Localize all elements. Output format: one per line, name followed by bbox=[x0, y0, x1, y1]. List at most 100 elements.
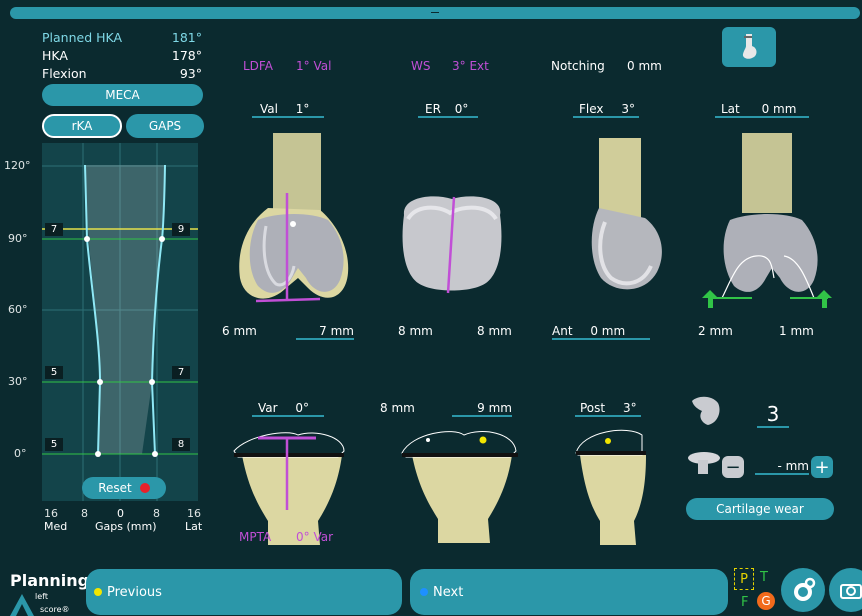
next-label: Next bbox=[433, 584, 464, 600]
x-tick-0: 0 bbox=[117, 507, 124, 520]
minus-icon: − bbox=[725, 456, 741, 478]
er-label: ER bbox=[425, 102, 441, 116]
brand-logo-icon bbox=[10, 594, 34, 616]
x-tick-8-right: 8 bbox=[153, 507, 160, 520]
flex-value: 3° bbox=[621, 102, 635, 116]
var-value: 0° bbox=[295, 401, 310, 415]
gap-graph: 7 9 5 7 5 8 Reset bbox=[42, 143, 198, 501]
knee-view-icon bbox=[742, 34, 757, 59]
gear-icon bbox=[794, 577, 816, 601]
pftg-p[interactable]: P bbox=[734, 568, 754, 590]
hka-row: HKA 178° bbox=[42, 48, 202, 63]
x-tick-16-left: 16 bbox=[44, 507, 58, 520]
next-dot-icon bbox=[420, 588, 428, 596]
hka-label: HKA bbox=[42, 48, 68, 63]
reset-button[interactable]: Reset bbox=[82, 477, 166, 499]
x-label-med: Med bbox=[44, 520, 68, 533]
top-bar[interactable] bbox=[10, 7, 860, 19]
previous-button[interactable]: Previous bbox=[86, 569, 402, 615]
femur-sagittal-view bbox=[591, 138, 662, 290]
er-value: 0° bbox=[454, 102, 469, 116]
minus-button[interactable]: − bbox=[722, 456, 744, 478]
badge-right-30: 7 bbox=[172, 366, 190, 379]
ant-value: 0 mm bbox=[590, 324, 626, 338]
ldfa-value: 1° Val bbox=[296, 59, 332, 73]
screenshot-button[interactable] bbox=[829, 568, 862, 612]
pftg-f[interactable]: F bbox=[741, 595, 748, 610]
lat-value: 0 mm bbox=[761, 102, 797, 116]
post-label: Post bbox=[580, 401, 606, 415]
lat-label: Lat bbox=[721, 102, 740, 116]
er-field[interactable]: ER 0° bbox=[418, 102, 478, 118]
notching-label: Notching bbox=[551, 59, 605, 73]
plus-button[interactable]: + bbox=[811, 456, 833, 478]
y-tick-30: 30° bbox=[8, 375, 28, 388]
tibia-frontal-view bbox=[233, 432, 345, 545]
notching-value: 0 mm bbox=[627, 59, 662, 73]
ws-value: 3° Ext bbox=[452, 59, 489, 73]
var-field[interactable]: Var 0° bbox=[252, 401, 324, 417]
val-label: Val bbox=[260, 102, 278, 116]
meca-button[interactable]: MECA bbox=[42, 84, 203, 106]
previous-label: Previous bbox=[107, 584, 162, 600]
mpta-value: 0° Var bbox=[296, 530, 334, 544]
gap-a-left: 6 mm bbox=[222, 324, 257, 338]
femur-frontal-view bbox=[239, 133, 349, 303]
planned-hka-value: 181° bbox=[171, 30, 202, 45]
gap-a-right[interactable]: 7 mm bbox=[296, 324, 354, 340]
lat-field[interactable]: Lat 0 mm bbox=[715, 102, 809, 118]
y-tick-60: 60° bbox=[8, 303, 28, 316]
badge-left-0: 5 bbox=[45, 438, 63, 451]
gap-b-left: 8 mm bbox=[398, 324, 433, 338]
pftg-t[interactable]: T bbox=[760, 570, 768, 585]
x-tick-8-left: 8 bbox=[81, 507, 88, 520]
val-field[interactable]: Val 1° bbox=[252, 102, 324, 118]
gaps-button[interactable]: GAPS bbox=[126, 114, 204, 138]
badge-right-0: 8 bbox=[172, 438, 190, 451]
tibia-axial-view bbox=[401, 431, 518, 543]
next-button[interactable]: Next bbox=[410, 569, 728, 615]
drag-handle bbox=[431, 12, 439, 13]
post-value: 3° bbox=[622, 401, 637, 415]
gap-d-left: 2 mm bbox=[698, 324, 733, 338]
ant-label: Ant bbox=[552, 324, 573, 338]
ldfa-label: LDFA bbox=[243, 59, 273, 73]
thickness-value[interactable]: - mm bbox=[755, 459, 809, 475]
hka-value: 178° bbox=[171, 48, 202, 63]
femur-axial-view bbox=[402, 196, 502, 294]
rka-button[interactable]: rKA bbox=[42, 114, 122, 138]
side-label: left bbox=[35, 592, 48, 601]
ws-label: WS bbox=[411, 59, 431, 73]
badge-right-90: 9 bbox=[172, 223, 190, 236]
implant-size[interactable]: 3 bbox=[757, 402, 789, 428]
planning-title: Planning bbox=[10, 571, 90, 590]
var-label: Var bbox=[258, 401, 278, 415]
x-label-gaps: Gaps (mm) bbox=[95, 520, 157, 533]
spacer-icon bbox=[688, 452, 720, 474]
gap-e-right[interactable]: 9 mm bbox=[452, 401, 512, 417]
knee-view-button[interactable] bbox=[722, 27, 776, 67]
camera-icon bbox=[840, 584, 862, 599]
reset-indicator-icon bbox=[139, 483, 150, 493]
val-value: 1° bbox=[295, 102, 310, 116]
settings-button[interactable] bbox=[781, 568, 825, 612]
plus-icon: + bbox=[814, 456, 830, 478]
badge-left-30: 5 bbox=[45, 366, 63, 379]
mpta-label: MPTA bbox=[239, 530, 272, 544]
gap-b-right: 8 mm bbox=[477, 324, 512, 338]
planned-hka-row: Planned HKA 181° bbox=[42, 30, 202, 45]
flexion-row: Flexion 93° bbox=[42, 66, 202, 81]
badge-left-90: 7 bbox=[45, 223, 63, 236]
pftg-g[interactable]: G bbox=[757, 592, 775, 610]
brand-label: score® bbox=[40, 605, 70, 614]
previous-dot-icon bbox=[94, 588, 102, 596]
femur-lateral-gap-view bbox=[702, 133, 832, 308]
flex-field[interactable]: Flex 3° bbox=[573, 102, 639, 118]
flexion-label: Flexion bbox=[42, 66, 87, 81]
cartilage-wear-button[interactable]: Cartilage wear bbox=[686, 498, 834, 520]
post-field[interactable]: Post 3° bbox=[575, 401, 641, 417]
flexion-value: 93° bbox=[179, 66, 202, 81]
reset-label: Reset bbox=[98, 481, 132, 495]
gap-d-right: 1 mm bbox=[779, 324, 814, 338]
ant-field[interactable]: Ant 0 mm bbox=[552, 324, 650, 340]
